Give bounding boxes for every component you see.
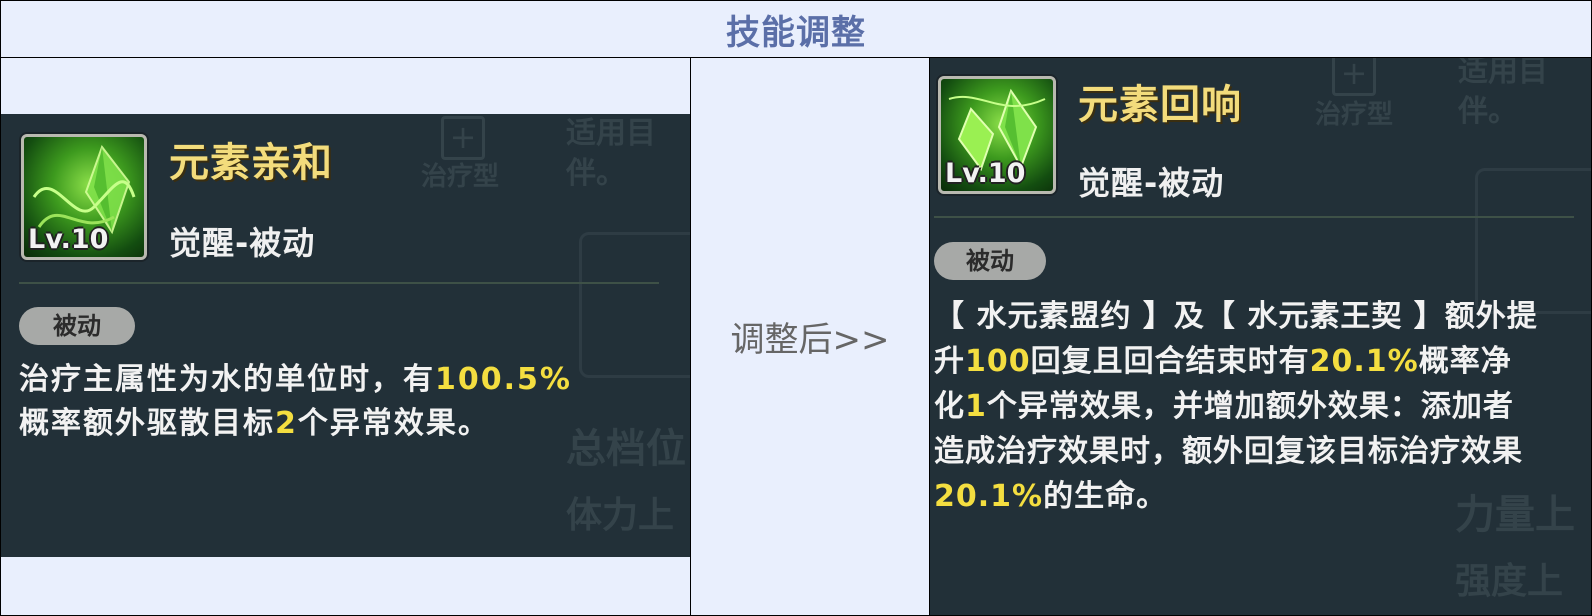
desc-text: 概率额外驱散目标 [19, 406, 275, 441]
desc-value: 1 [965, 389, 987, 424]
bg-card [1475, 168, 1591, 314]
bg-label: 治疗型 [421, 162, 500, 192]
skill-icon: Lv.10 [938, 76, 1056, 194]
desc-value: 20.1% [1309, 344, 1419, 379]
desc-text: 的生命。 [1043, 479, 1168, 514]
desc-text: 回复且回合结束时有 [1030, 344, 1310, 379]
desc-text: 个异常效果，并增加额外效果：添加者造成治疗效果时，额外回复该目标治疗效果 [934, 389, 1523, 469]
bg-card [579, 232, 690, 378]
before-skill-panel: + 治疗型 适用目 伴。 总档位 体力上 Lv.10 元素亲和 觉醒-被动 被动… [1, 114, 690, 557]
plus-icon: + [1332, 58, 1376, 96]
bg-label: 治疗型 [1315, 100, 1394, 130]
plus-icon: + [441, 116, 485, 160]
skill-icon: Lv.10 [21, 134, 147, 260]
skill-level: Lv.10 [28, 224, 109, 255]
after-skill-panel: + 治疗型 适用目 伴。 力量上 强度上 Lv.10 元素回响 觉醒-被动 被动… [930, 58, 1591, 615]
bg-label: 伴。 [566, 156, 626, 191]
skill-name: 元素回响 [1078, 82, 1242, 128]
desc-text: 个异常效果。 [297, 406, 490, 441]
skill-type: 觉醒-被动 [169, 224, 316, 262]
before-cell: + 治疗型 适用目 伴。 总档位 体力上 Lv.10 元素亲和 觉醒-被动 被动… [1, 58, 690, 615]
passive-badge: 被动 [934, 242, 1046, 280]
bg-label: 适用目 [566, 116, 656, 151]
desc-value: 100.5% [435, 362, 572, 397]
skill-adjustment-table: 技能调整 + 治疗型 适用目 伴。 总档位 体力上 Lv.10 元素亲和 觉醒-… [0, 0, 1592, 616]
skill-type: 觉醒-被动 [1078, 164, 1225, 202]
bg-label: 体力上 [566, 495, 675, 536]
adjusted-label: 调整后>> [730, 320, 890, 360]
passive-badge: 被动 [19, 307, 135, 345]
bg-label: 强度上 [1455, 561, 1564, 602]
desc-text: 治疗主属性为水的单位时，有 [19, 362, 435, 397]
skill-level: Lv.10 [945, 158, 1026, 189]
table-header: 技能调整 [1, 1, 1591, 58]
divider [934, 216, 1574, 218]
skill-name: 元素亲和 [169, 140, 333, 186]
skill-description: 治疗主属性为水的单位时，有100.5% 概率额外驱散目标2个异常效果。 [19, 358, 659, 446]
desc-value: 20.1% [934, 479, 1044, 514]
arrow-cell: 调整后>> [691, 58, 929, 615]
bg-label: 伴。 [1458, 94, 1518, 129]
divider [19, 282, 659, 284]
desc-value: 2 [275, 406, 298, 441]
skill-description: 【 水元素盟约 】及【 水元素王契 】额外提升100回复且回合结束时有20.1%… [934, 294, 1539, 519]
after-cell: + 治疗型 适用目 伴。 力量上 强度上 Lv.10 元素回响 觉醒-被动 被动… [930, 58, 1591, 615]
desc-value: 100 [965, 344, 1031, 379]
page-title: 技能调整 [726, 12, 866, 53]
